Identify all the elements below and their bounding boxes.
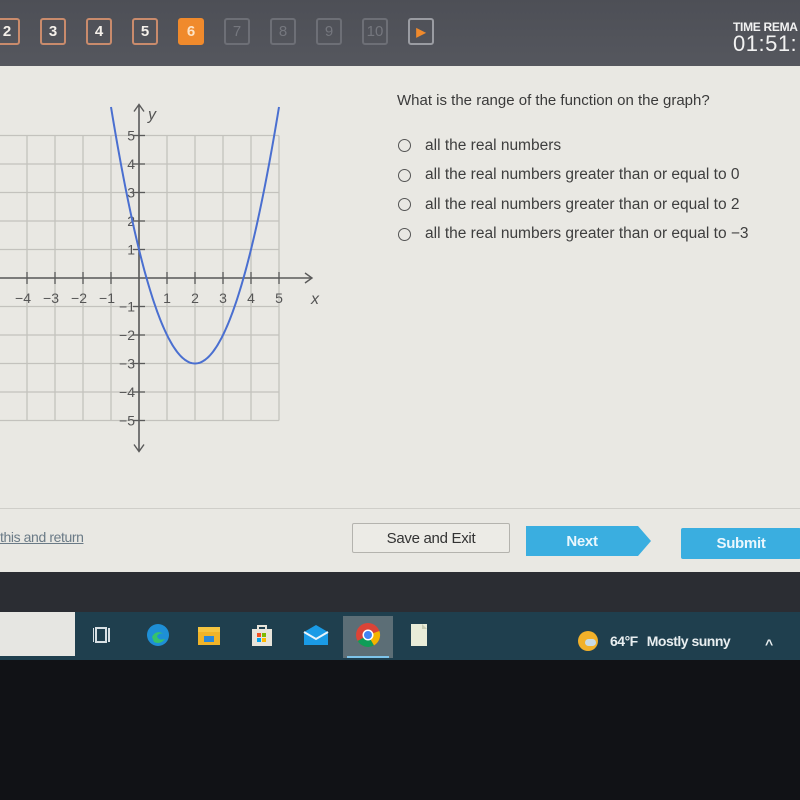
mail-icon[interactable]: [303, 622, 329, 648]
y-axis-label: y: [147, 107, 157, 124]
question-2-button[interactable]: 2: [0, 18, 20, 45]
choice-label: all the real numbers: [425, 136, 562, 154]
next-page-button[interactable]: ▶: [408, 18, 434, 45]
y-tick-label: −1: [119, 299, 135, 315]
timer-value: 01:51:: [733, 31, 798, 56]
question-3-button[interactable]: 3: [40, 18, 66, 45]
desk-background: [0, 660, 800, 800]
x-tick-label: 5: [275, 290, 283, 306]
x-tick-label: 4: [247, 290, 255, 306]
radio-button[interactable]: [398, 168, 411, 182]
x-tick-label: 1: [163, 290, 171, 306]
x-tick-label: −3: [43, 290, 59, 306]
question-5-button[interactable]: 5: [132, 18, 158, 45]
question-text: What is the range of the function on the…: [397, 92, 710, 109]
y-tick-label: −2: [119, 327, 135, 343]
y-tick-label: −5: [119, 413, 135, 429]
x-tick-label: −4: [15, 290, 31, 306]
next-button[interactable]: Next: [526, 526, 651, 556]
taskbar-search-box[interactable]: [0, 612, 75, 656]
question-nav-bar: 2 3 4 5 6 7 8 9 10 ▶ TIME REMA 01:51:: [0, 0, 800, 66]
y-tick-label: −4: [119, 384, 135, 400]
choice-2[interactable]: all the real numbers greater than or equ…: [398, 161, 749, 191]
weather-description: Mostly sunny: [646, 633, 731, 649]
chrome-icon[interactable]: [355, 622, 381, 648]
question-4-button[interactable]: 4: [86, 18, 112, 45]
answer-choices: all the real numbers all the real number…: [398, 131, 749, 249]
notepad-icon[interactable]: [406, 622, 432, 648]
y-tick-label: 4: [127, 156, 135, 172]
x-tick-label: −2: [71, 290, 87, 306]
question-nav: 2 3 4 5 6 7 8 9 10 ▶: [0, 18, 434, 45]
active-app-indicator: [347, 656, 389, 658]
choice-3[interactable]: all the real numbers greater than or equ…: [398, 190, 749, 220]
partly-sunny-icon: [578, 631, 598, 651]
screen-bezel: [0, 572, 800, 612]
tray-chevron-up-icon[interactable]: ^: [765, 636, 773, 652]
submit-button[interactable]: Submit: [681, 528, 800, 559]
x-tick-label: 2: [191, 290, 199, 306]
y-tick-label: 5: [127, 128, 135, 144]
y-tick-label: −3: [119, 356, 135, 372]
task-view-icon[interactable]: [90, 622, 116, 648]
save-and-exit-button[interactable]: Save and Exit: [352, 523, 510, 553]
mark-and-return-link[interactable]: this and return: [0, 529, 84, 545]
radio-button[interactable]: [398, 227, 411, 241]
choice-1[interactable]: all the real numbers: [398, 131, 749, 161]
x-tick-label: −1: [99, 290, 115, 306]
question-10-button[interactable]: 10: [362, 18, 388, 45]
timer: TIME REMA 01:51:: [733, 20, 798, 56]
question-8-button[interactable]: 8: [270, 18, 296, 45]
function-graph: 5−4−3−2−11234554321−1−2−3−4−5xy: [0, 103, 320, 453]
file-explorer-icon[interactable]: [196, 622, 222, 648]
radio-button[interactable]: [398, 198, 411, 212]
store-icon[interactable]: [249, 622, 275, 648]
x-tick-label: 3: [219, 290, 227, 306]
y-tick-label: 1: [127, 242, 135, 258]
x-axis-label: x: [310, 291, 320, 308]
question-6-button-current[interactable]: 6: [178, 18, 204, 45]
choice-4[interactable]: all the real numbers greater than or equ…: [398, 220, 749, 250]
play-arrow-icon: ▶: [416, 24, 426, 39]
choice-label: all the real numbers greater than or equ…: [425, 225, 749, 243]
weather-widget[interactable]: 64°F Mostly sunny: [578, 631, 731, 651]
radio-button[interactable]: [398, 139, 411, 153]
choice-label: all the real numbers greater than or equ…: [425, 195, 740, 213]
footer-divider: [0, 508, 800, 509]
edge-icon[interactable]: [145, 622, 171, 648]
question-7-button[interactable]: 7: [224, 18, 250, 45]
question-9-button[interactable]: 9: [316, 18, 342, 45]
weather-temperature: 64°F: [610, 633, 638, 649]
choice-label: all the real numbers greater than or equ…: [425, 166, 740, 184]
